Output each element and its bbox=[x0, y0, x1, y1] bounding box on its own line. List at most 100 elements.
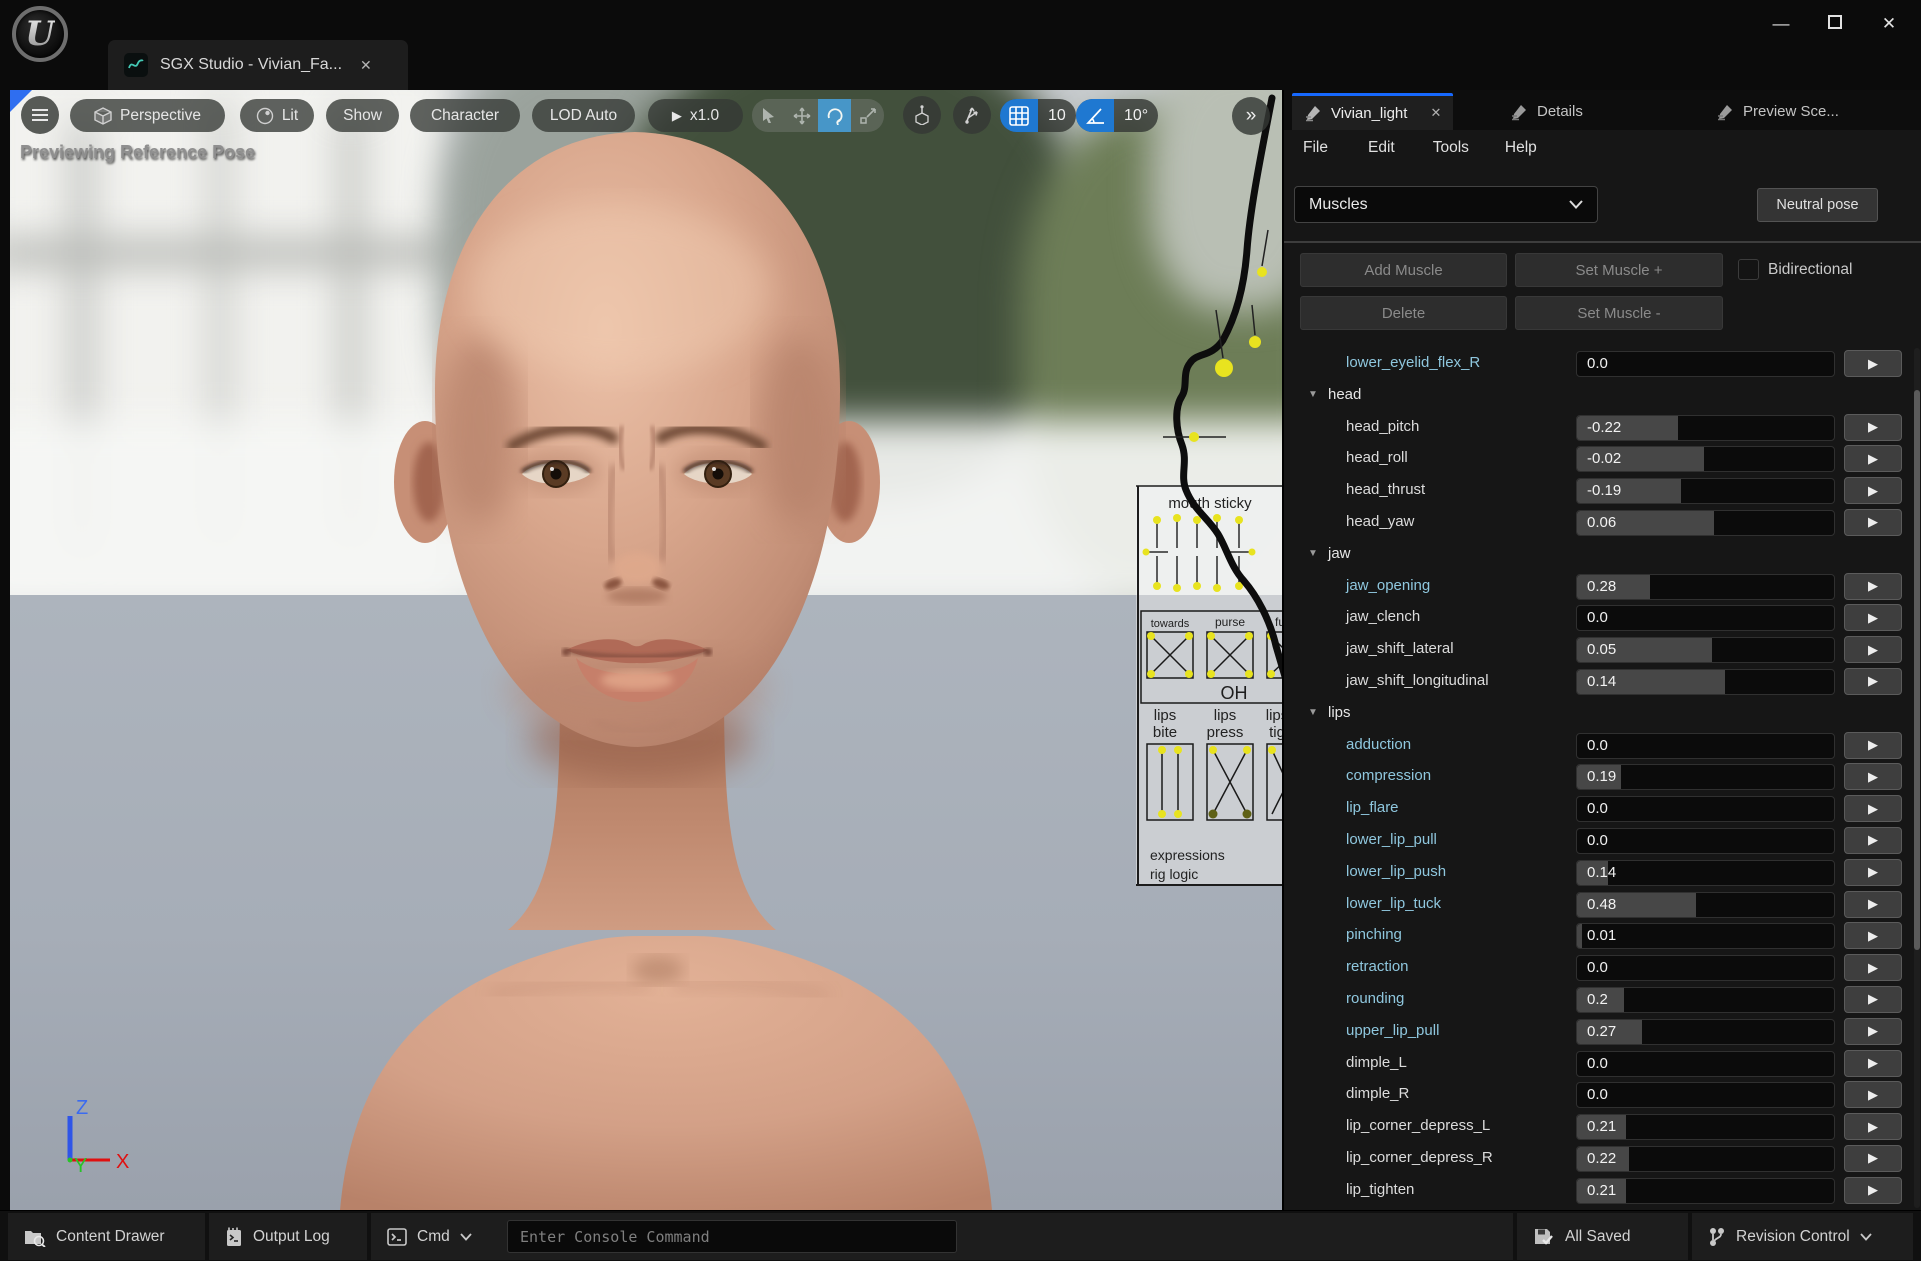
revision-control-button[interactable]: Revision Control bbox=[1692, 1213, 1913, 1260]
muscle-section-jaw[interactable]: ▼jaw bbox=[1284, 539, 1913, 571]
lit-button[interactable]: Lit bbox=[240, 99, 314, 132]
grid-snap-control[interactable]: 10 bbox=[1000, 99, 1076, 132]
world-local-gizmo-button[interactable] bbox=[903, 96, 941, 134]
tab-vivian-light[interactable]: Vivian_light ✕ bbox=[1292, 93, 1453, 130]
muscle-play-button[interactable]: ▶ bbox=[1844, 1018, 1902, 1045]
muscle-slider[interactable]: 0.0 bbox=[1576, 605, 1835, 631]
muscle-play-button[interactable]: ▶ bbox=[1844, 763, 1902, 790]
section-label: head bbox=[1328, 386, 1361, 403]
tab-preview-scene[interactable]: Preview Sce... bbox=[1704, 93, 1851, 130]
muscle-slider[interactable]: 0.27 bbox=[1576, 1019, 1835, 1045]
muscle-play-button[interactable]: ▶ bbox=[1844, 604, 1902, 631]
muscle-play-button[interactable]: ▶ bbox=[1844, 922, 1902, 949]
grid-snap-value[interactable]: 10 bbox=[1038, 99, 1076, 132]
muscle-play-button[interactable]: ▶ bbox=[1844, 1113, 1902, 1140]
show-button[interactable]: Show bbox=[326, 99, 399, 132]
set-muscle-minus-button[interactable]: Set Muscle - bbox=[1515, 296, 1723, 330]
muscle-play-button[interactable]: ▶ bbox=[1844, 1177, 1902, 1204]
menu-help[interactable]: Help bbox=[1505, 139, 1537, 157]
muscle-play-button[interactable]: ▶ bbox=[1844, 477, 1902, 504]
window-close-icon[interactable]: ✕ bbox=[1875, 14, 1903, 34]
muscle-play-button[interactable]: ▶ bbox=[1844, 573, 1902, 600]
all-saved-button[interactable]: All Saved bbox=[1517, 1213, 1688, 1260]
snap-toggle-button[interactable] bbox=[953, 96, 991, 134]
lod-auto-button[interactable]: LOD Auto bbox=[532, 99, 635, 132]
angle-snap-value[interactable]: 10° bbox=[1114, 99, 1158, 132]
muscle-slider[interactable]: 0.21 bbox=[1576, 1114, 1835, 1140]
unreal-logo-icon[interactable]: U bbox=[12, 6, 68, 62]
bidirectional-checkbox[interactable] bbox=[1738, 259, 1759, 280]
muscle-slider[interactable]: 0.0 bbox=[1576, 1051, 1835, 1077]
angle-snap-control[interactable]: 10° bbox=[1076, 99, 1158, 132]
select-tool-button[interactable] bbox=[752, 99, 785, 132]
menu-edit[interactable]: Edit bbox=[1368, 139, 1395, 157]
viewport-menu-button[interactable] bbox=[21, 96, 59, 134]
muscle-play-button[interactable]: ▶ bbox=[1844, 509, 1902, 536]
muscle-slider[interactable]: 0.0 bbox=[1576, 733, 1835, 759]
muscle-play-button[interactable]: ▶ bbox=[1844, 795, 1902, 822]
character-button[interactable]: Character bbox=[410, 99, 520, 132]
perspective-button[interactable]: Perspective bbox=[70, 99, 225, 132]
muscle-play-button[interactable]: ▶ bbox=[1844, 445, 1902, 472]
rotate-tool-button[interactable] bbox=[818, 99, 851, 132]
muscle-slider[interactable]: 0.14 bbox=[1576, 860, 1835, 886]
muscle-slider[interactable]: 0.0 bbox=[1576, 351, 1835, 377]
muscle-play-button[interactable]: ▶ bbox=[1844, 636, 1902, 663]
cmd-label[interactable]: Cmd bbox=[417, 1228, 450, 1246]
move-tool-button[interactable] bbox=[785, 99, 818, 132]
muscle-slider[interactable]: 0.48 bbox=[1576, 892, 1835, 918]
muscle-slider[interactable]: 0.22 bbox=[1576, 1146, 1835, 1172]
console-command-input[interactable] bbox=[507, 1220, 957, 1253]
muscle-slider[interactable]: -0.19 bbox=[1576, 478, 1835, 504]
muscle-play-button[interactable]: ▶ bbox=[1844, 732, 1902, 759]
asset-tab[interactable]: SGX Studio - Vivian_Fa... ✕ bbox=[108, 40, 408, 90]
muscle-play-button[interactable]: ▶ bbox=[1844, 1145, 1902, 1172]
muscle-section-head[interactable]: ▼head bbox=[1284, 380, 1913, 412]
play-speed-button[interactable]: ▶ x1.0 bbox=[648, 99, 743, 132]
neutral-pose-button[interactable]: Neutral pose bbox=[1757, 188, 1878, 222]
muscle-slider[interactable]: -0.22 bbox=[1576, 415, 1835, 441]
chevron-down-icon[interactable] bbox=[460, 1233, 472, 1241]
muscle-slider[interactable]: 0.0 bbox=[1576, 1082, 1835, 1108]
set-muscle-plus-button[interactable]: Set Muscle + bbox=[1515, 253, 1723, 287]
menu-tools[interactable]: Tools bbox=[1433, 139, 1469, 157]
muscle-play-button[interactable]: ▶ bbox=[1844, 1050, 1902, 1077]
window-minimize-icon[interactable]: — bbox=[1767, 14, 1795, 34]
muscle-slider[interactable]: 0.0 bbox=[1576, 828, 1835, 854]
window-maximize-icon[interactable] bbox=[1821, 14, 1849, 34]
panel-scrollbar-thumb[interactable] bbox=[1914, 390, 1920, 950]
muscle-slider[interactable]: -0.02 bbox=[1576, 446, 1835, 472]
scale-tool-button[interactable] bbox=[851, 99, 884, 132]
muscle-slider[interactable]: 0.0 bbox=[1576, 796, 1835, 822]
muscle-slider[interactable]: 0.0 bbox=[1576, 955, 1835, 981]
muscle-slider[interactable]: 0.28 bbox=[1576, 574, 1835, 600]
muscle-play-button[interactable]: ▶ bbox=[1844, 668, 1902, 695]
muscle-slider[interactable]: 0.2 bbox=[1576, 987, 1835, 1013]
muscle-slider[interactable]: 0.06 bbox=[1576, 510, 1835, 536]
muscle-slider[interactable]: 0.21 bbox=[1576, 1178, 1835, 1204]
content-drawer-button[interactable]: Content Drawer bbox=[8, 1213, 205, 1260]
asset-tab-close-icon[interactable]: ✕ bbox=[360, 57, 372, 74]
add-muscle-button[interactable]: Add Muscle bbox=[1300, 253, 1507, 287]
muscle-section-lips[interactable]: ▼lips bbox=[1284, 698, 1913, 730]
tab-close-icon[interactable]: ✕ bbox=[1430, 105, 1441, 121]
muscle-play-button[interactable]: ▶ bbox=[1844, 954, 1902, 981]
muscle-slider[interactable]: 0.01 bbox=[1576, 923, 1835, 949]
muscle-slider[interactable]: 0.05 bbox=[1576, 637, 1835, 663]
muscle-play-button[interactable]: ▶ bbox=[1844, 827, 1902, 854]
muscle-play-button[interactable]: ▶ bbox=[1844, 1081, 1902, 1108]
muscle-play-button[interactable]: ▶ bbox=[1844, 891, 1902, 918]
muscle-slider[interactable]: 0.19 bbox=[1576, 764, 1835, 790]
muscle-slider[interactable]: 0.14 bbox=[1576, 669, 1835, 695]
tab-details[interactable]: Details bbox=[1498, 93, 1595, 130]
muscle-play-button[interactable]: ▶ bbox=[1844, 414, 1902, 441]
viewport-3d[interactable]: mouth sticky towards purse bbox=[10, 90, 1282, 1210]
delete-muscle-button[interactable]: Delete bbox=[1300, 296, 1507, 330]
mode-dropdown[interactable]: Muscles bbox=[1294, 186, 1598, 223]
muscle-play-button[interactable]: ▶ bbox=[1844, 350, 1902, 377]
muscle-play-button[interactable]: ▶ bbox=[1844, 986, 1902, 1013]
output-log-button[interactable]: Output Log bbox=[209, 1213, 367, 1260]
toolbar-overflow-button[interactable]: » bbox=[1232, 97, 1270, 135]
muscle-play-button[interactable]: ▶ bbox=[1844, 859, 1902, 886]
menu-file[interactable]: File bbox=[1303, 139, 1328, 157]
